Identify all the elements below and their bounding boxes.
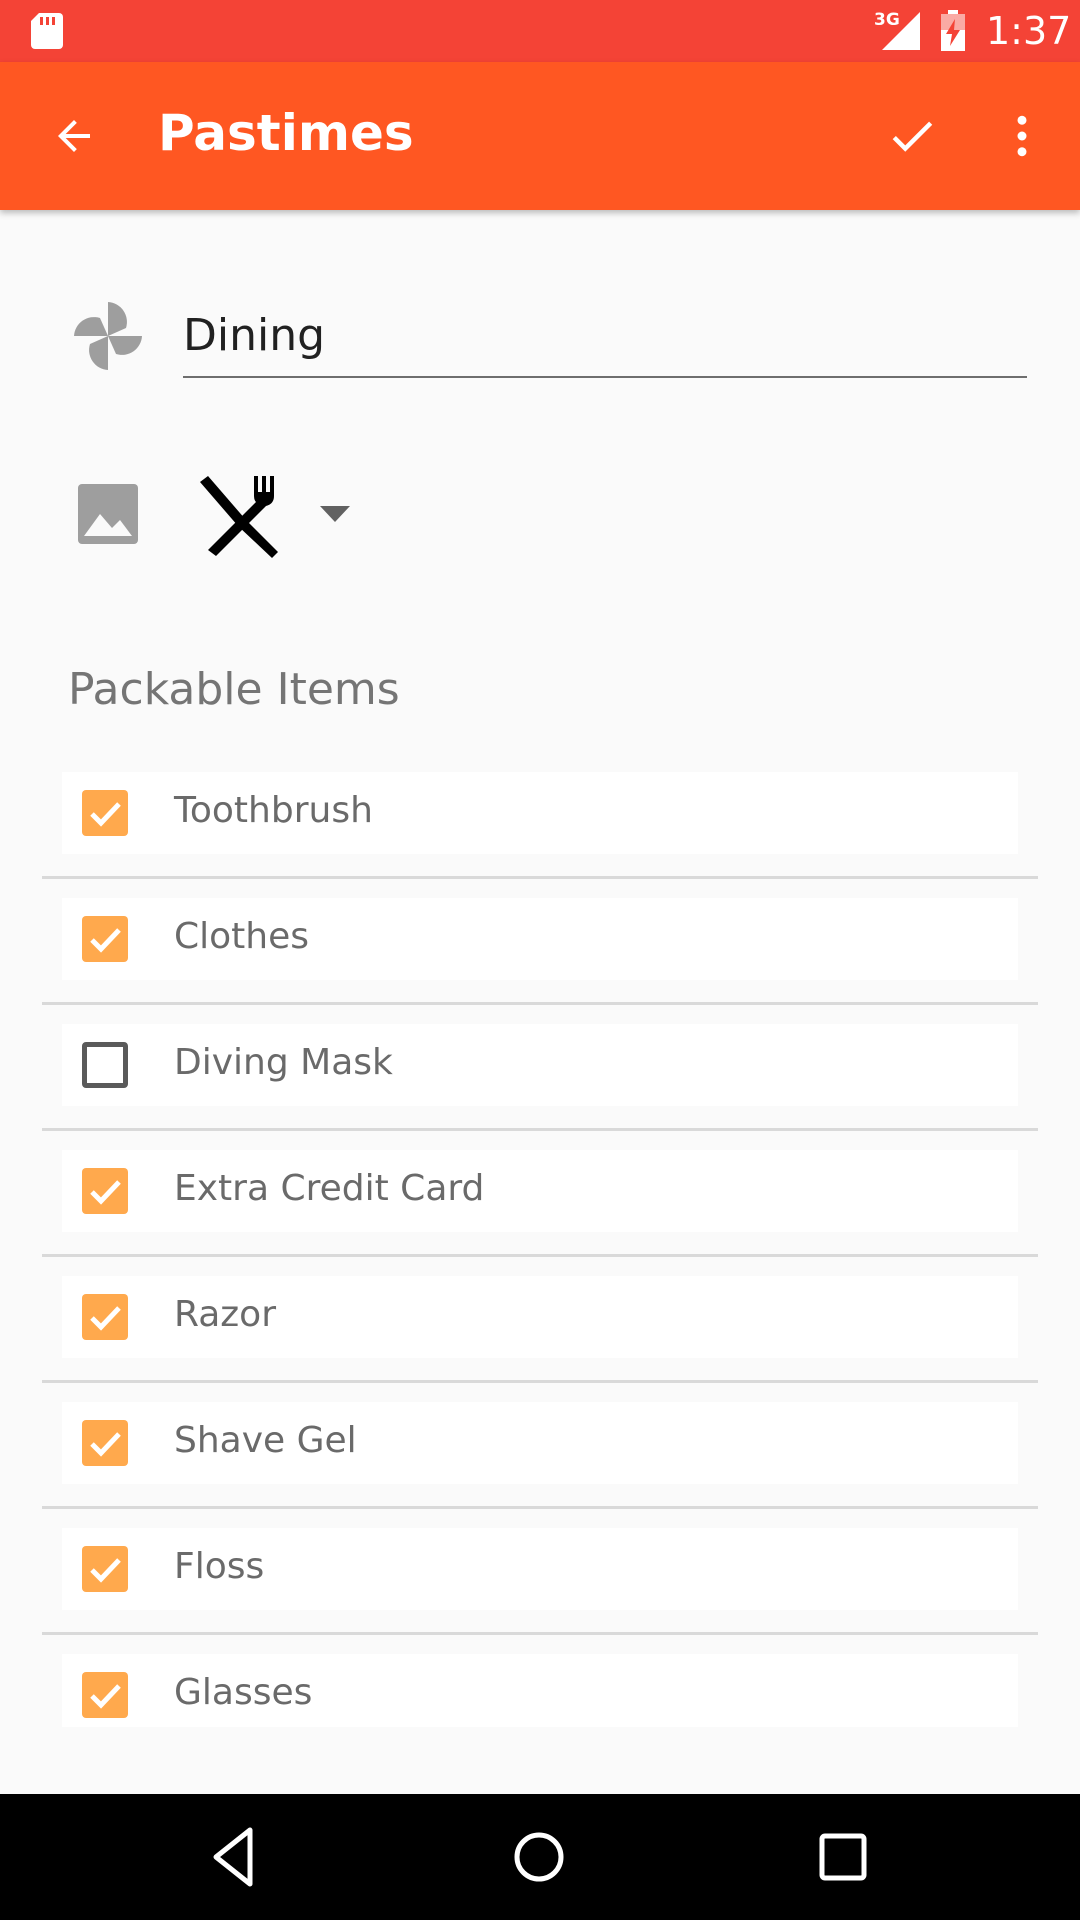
check-icon [90,928,121,953]
list-item[interactable]: Razor [0,1276,1080,1402]
item-card[interactable]: Floss [62,1528,1018,1610]
app-bar: Pastimes [0,62,1080,210]
check-icon [90,1306,121,1331]
check-icon [90,802,121,827]
item-card[interactable]: Diving Mask [62,1024,1018,1106]
check-icon [90,1432,121,1457]
item-label: Glasses [174,1672,313,1713]
page-title: Pastimes [158,104,414,162]
checkbox[interactable] [82,1420,128,1466]
list-item[interactable]: Glasses [0,1654,1080,1727]
list-item[interactable]: Clothes [0,898,1080,1024]
check-icon [892,121,933,152]
list-item[interactable]: Floss [0,1528,1080,1654]
pinwheel-icon [74,302,142,370]
checkbox[interactable] [82,1546,128,1592]
item-card[interactable]: Clothes [62,898,1018,980]
item-label: Extra Credit Card [174,1168,485,1209]
list-item[interactable]: Diving Mask [0,1024,1080,1150]
list-item[interactable]: Extra Credit Card [0,1150,1080,1276]
item-label: Toothbrush [174,790,373,831]
overflow-menu-button[interactable] [990,98,1054,174]
divider [42,1632,1038,1635]
divider [42,1506,1038,1509]
checkbox[interactable] [82,916,128,962]
item-card[interactable]: Toothbrush [62,772,1018,854]
checkbox[interactable] [82,1294,128,1340]
checkbox[interactable] [82,1168,128,1214]
checkbox[interactable] [82,790,128,836]
arrow-back-icon [58,120,90,152]
divider [42,1128,1038,1131]
navigation-bar [0,1794,1080,1920]
save-button[interactable] [872,98,952,174]
nav-recents-icon[interactable] [808,1824,878,1890]
image-icon[interactable] [76,482,140,546]
icon-picker-dropdown[interactable] [190,466,360,562]
back-button[interactable] [36,98,112,174]
nav-back-icon[interactable] [200,1824,270,1890]
check-icon [90,1558,121,1583]
item-card[interactable]: Glasses [62,1654,1018,1727]
divider [42,876,1038,879]
item-label: Diving Mask [174,1042,393,1083]
nav-home-icon[interactable] [504,1824,574,1890]
status-bar: 3G 1:37 [0,0,1080,62]
list-item[interactable]: Shave Gel [0,1402,1080,1528]
list-item[interactable]: Toothbrush [0,772,1080,898]
item-card[interactable]: Extra Credit Card [62,1150,1018,1232]
divider [42,1380,1038,1383]
check-icon [90,1180,121,1205]
item-card[interactable]: Shave Gel [62,1402,1018,1484]
item-card[interactable]: Razor [62,1276,1018,1358]
divider [42,1002,1038,1005]
checkbox[interactable] [82,1672,128,1718]
checkbox[interactable] [82,1042,128,1088]
sd-card-icon [31,13,63,49]
packable-items-list[interactable]: Toothbrush Clothes Diving Mask Extra Cre… [0,772,1080,1727]
more-vert-icon [1017,115,1027,157]
item-label: Shave Gel [174,1420,357,1461]
activity-name-input[interactable] [183,300,1027,378]
signal-icon [882,12,920,50]
item-label: Floss [174,1546,265,1587]
divider [42,1254,1038,1257]
item-label: Razor [174,1294,277,1335]
item-label: Clothes [174,916,309,957]
section-title: Packable Items [68,664,400,715]
dropdown-arrow-icon [320,506,350,522]
dining-icon [200,476,278,558]
status-time: 1:37 [986,9,1072,53]
battery-charging-icon [941,10,965,51]
check-icon [90,1684,121,1709]
